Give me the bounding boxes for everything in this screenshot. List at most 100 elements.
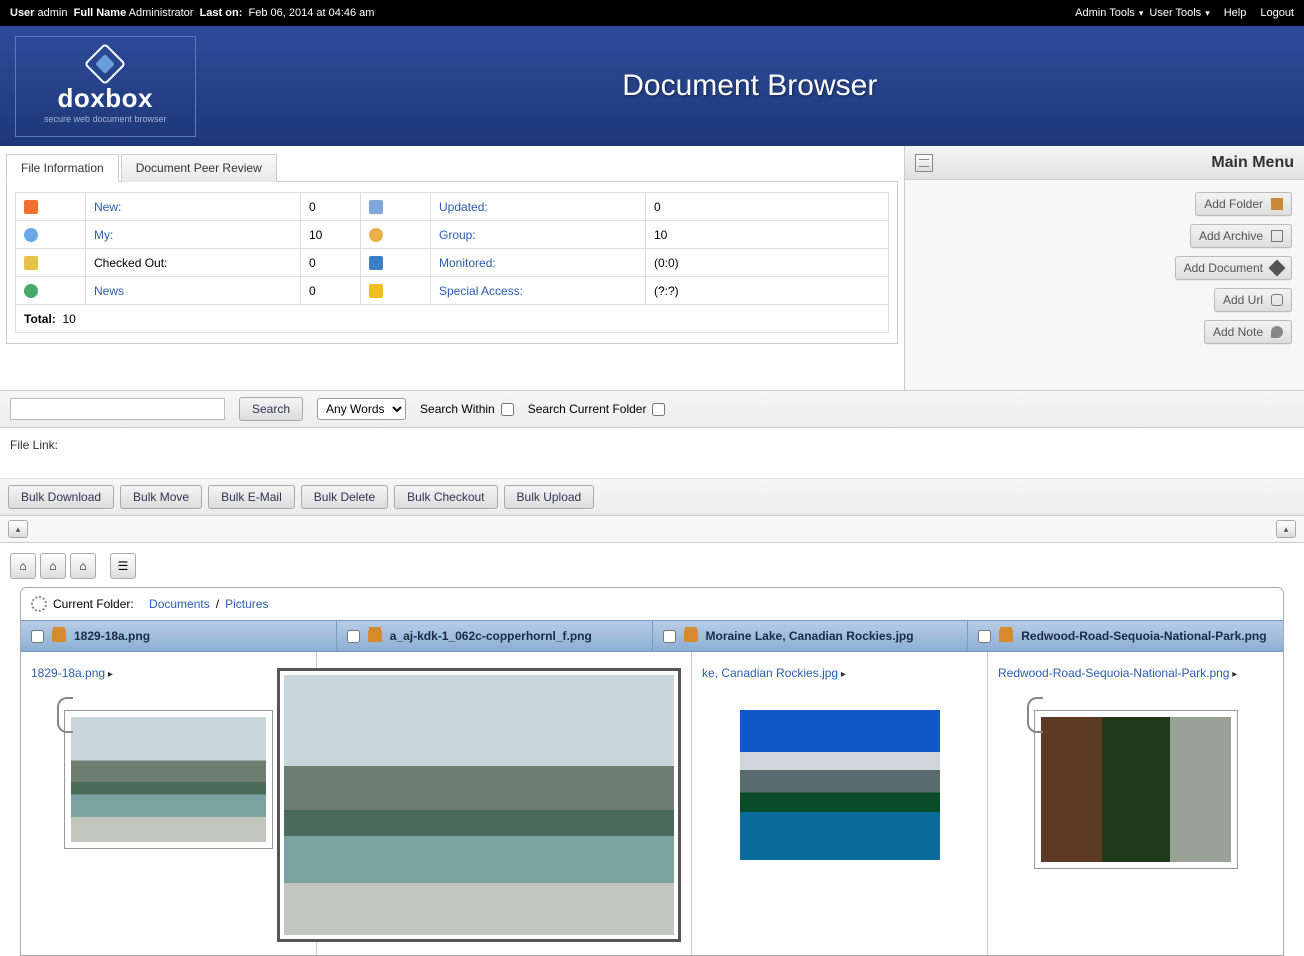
updated-value: 0 [646,193,889,221]
logout-link[interactable]: Logout [1260,7,1294,19]
select-file-2-checkbox[interactable] [663,630,676,643]
group-value: 10 [646,221,889,249]
admin-tools-dropdown[interactable]: Admin Tools [1075,7,1143,19]
thumb-0[interactable] [64,710,273,849]
file-icon [52,630,66,642]
file-2-header: Moraine Lake, Canadian Rockies.jpg [706,629,914,643]
user-tools-dropdown[interactable]: User Tools [1149,7,1209,19]
my-value: 10 [301,221,361,249]
thumb-cell-1 [317,652,692,955]
view-home3-button[interactable]: ⌂ [70,553,96,579]
thumbnail-header: 1829-18a.png a_aj-kdk-1_062c-copperhornl… [21,620,1283,652]
search-mode-select[interactable]: Any Words [317,398,406,420]
my-link[interactable]: My: [94,228,113,242]
add-folder-button[interactable]: Add Folder [1195,192,1292,216]
home-icon: ⌂ [79,559,86,573]
total-value: 10 [62,312,75,326]
select-file-1-checkbox[interactable] [347,630,360,643]
search-within-label: Search Within [420,402,514,416]
search-within-checkbox[interactable] [501,403,514,416]
menu-grid-icon[interactable] [915,154,933,172]
file-2-link[interactable]: ke, Canadian Rockies.jpg [702,666,846,680]
file-0-link[interactable]: 1829-18a.png [31,666,113,680]
thumb-3[interactable] [1034,710,1238,869]
bulk-email-button[interactable]: Bulk E-Mail [208,485,295,509]
bulk-checkout-button[interactable]: Bulk Checkout [394,485,497,509]
add-document-button[interactable]: Add Document [1175,256,1292,280]
current-folder-label: Current Folder: [53,597,134,611]
view-tree-button[interactable]: ☰ [110,553,136,579]
page-title: Document Browser [196,69,1304,103]
folder-plus-icon [1271,198,1283,210]
collapse-row: ▴ ▴ [0,516,1304,543]
updated-icon [369,200,383,214]
add-note-button[interactable]: Add Note [1204,320,1292,344]
topbar-left: User admin Full Name Administrator Last … [10,7,1075,19]
search-input[interactable] [10,398,225,420]
add-url-button[interactable]: Add Url [1214,288,1292,312]
collapse-right-button[interactable]: ▴ [1276,520,1296,538]
view-home2-button[interactable]: ⌂ [40,553,66,579]
crumb-documents[interactable]: Documents [149,597,210,611]
left-column: File Information Document Peer Review Ne… [0,146,904,390]
updated-link[interactable]: Updated: [439,200,488,214]
thumb-cell-0: 1829-18a.png [21,652,317,955]
search-current-checkbox[interactable] [652,403,665,416]
lock-icon [24,256,38,270]
home-icon: ⌂ [49,559,56,573]
search-button[interactable]: Search [239,397,303,421]
logo-text: doxbox [58,83,153,114]
news-value: 0 [301,277,361,305]
thumb-3-image [1041,717,1231,862]
bulk-upload-button[interactable]: Bulk Upload [504,485,595,509]
bulk-delete-button[interactable]: Bulk Delete [301,485,388,509]
thumb-2-image [740,710,940,860]
special-link[interactable]: Special Access: [439,284,523,298]
globe-icon [24,284,38,298]
special-value: (?:?) [646,277,889,305]
news-link[interactable]: News [94,284,124,298]
file-icon [684,630,698,642]
pencil-icon [1269,260,1286,277]
total-label: Total: [24,312,56,326]
main-row: File Information Document Peer Review Ne… [0,146,1304,390]
home-icon: ⌂ [19,559,26,573]
new-icon [24,200,38,214]
logo-icon [84,42,126,84]
logo: doxbox secure web document browser [15,36,196,137]
crumb-pictures[interactable]: Pictures [225,597,268,611]
thumb-2[interactable] [740,710,940,860]
user-value: admin [38,7,68,19]
select-file-0-checkbox[interactable] [31,630,44,643]
checkedout-value: 0 [301,249,361,277]
topbar-right: Admin Tools User Tools Help Logout [1075,7,1294,19]
collapse-left-button[interactable]: ▴ [8,520,28,538]
monitored-link[interactable]: Monitored: [439,256,496,270]
star-icon [369,284,383,298]
new-link[interactable]: New: [94,200,121,214]
tab-file-information[interactable]: File Information [6,154,119,182]
help-link[interactable]: Help [1224,7,1247,19]
tab-document-peer-review[interactable]: Document Peer Review [121,154,277,182]
paperclip-icon [1027,697,1043,733]
laston-label: Last on: [200,7,243,19]
paperclip-icon [57,697,73,733]
file-3-link[interactable]: Redwood-Road-Sequoia-National-Park.png [998,666,1237,680]
add-archive-button[interactable]: Add Archive [1190,224,1292,248]
view-home1-button[interactable]: ⌂ [10,553,36,579]
gear-icon[interactable] [31,596,47,612]
select-file-3-checkbox[interactable] [978,630,991,643]
view-row: ⌂ ⌂ ⌂ ☰ [0,543,1304,583]
bulk-move-button[interactable]: Bulk Move [120,485,202,509]
file-link-row: File Link: [0,428,1304,479]
fullname-value: Administrator [129,7,194,19]
main-menu-buttons: Add Folder Add Archive Add Document Add … [905,180,1304,390]
thumbnail-body: 1829-18a.png ke, Canadian Rockies.jpg [21,652,1283,955]
group-link[interactable]: Group: [439,228,476,242]
right-column: Main Menu Add Folder Add Archive Add Doc… [904,146,1304,390]
thumb-1-enlarged[interactable] [277,668,681,942]
user-label: User [10,7,34,19]
thumb-0-image [71,717,266,842]
topbar: User admin Full Name Administrator Last … [0,0,1304,26]
bulk-download-button[interactable]: Bulk Download [8,485,114,509]
